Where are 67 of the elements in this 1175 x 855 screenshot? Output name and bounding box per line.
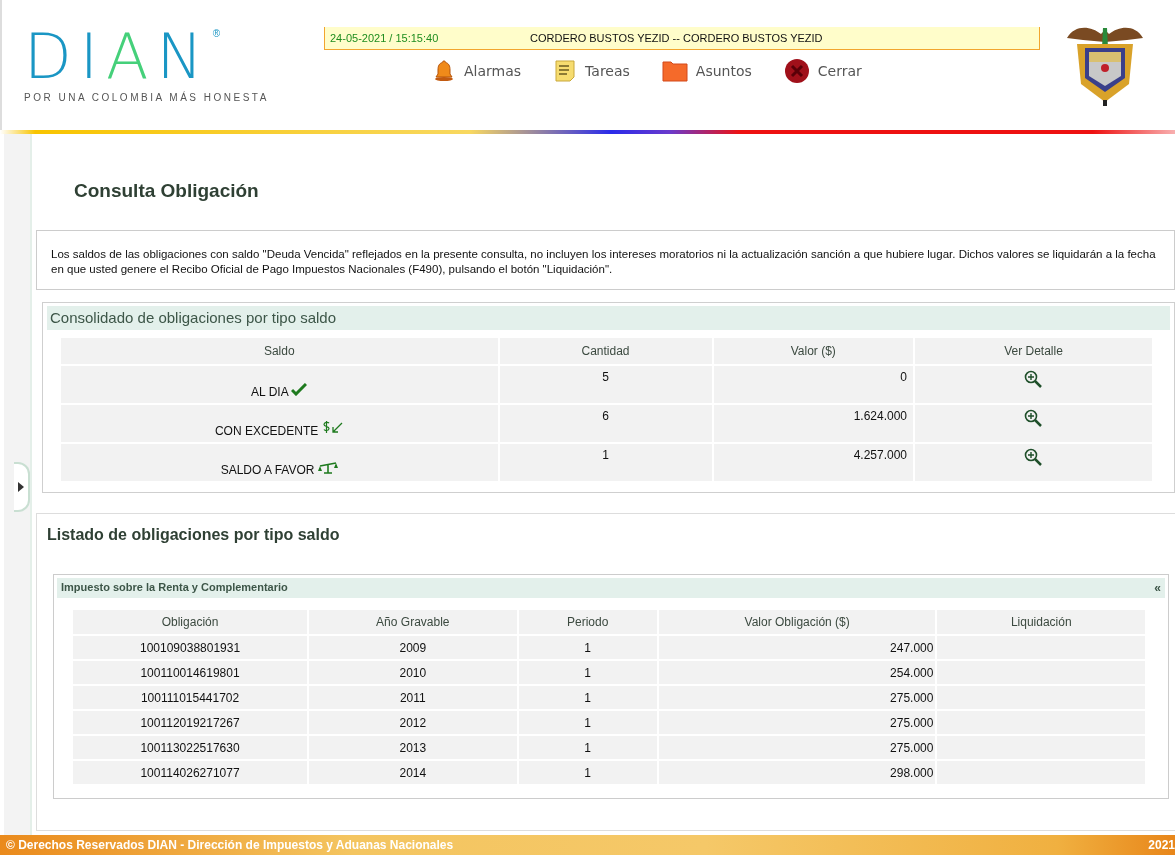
table-cell: 2014 [309,761,517,784]
table-cell: 298.000 [658,761,936,784]
nav-link[interactable]: Tareas [553,58,630,84]
table-cell: 1 [518,661,657,684]
table-cell: 100113022517630 [73,736,308,759]
table-cell: 2013 [309,736,517,759]
table-cell: 1 [518,736,657,759]
scale-icon [317,462,338,474]
table-cell: 1 [499,444,712,481]
balance-type: AL DIA [251,385,289,399]
table-cell: 1 [518,686,657,709]
session-datetime: 24-05-2021 / 15:15:40 [329,32,440,44]
nav-link[interactable]: Alarmas [432,58,522,84]
notice-text: Los saldos de las obligaciones con saldo "Deuda Vencida" reflejados en la presente consulta, no incluyen los intereses moratorios ni la actualización sanción a que hubiere lugar. Dichos valores se liquidarán a la fecha en que usted genere el Recibo Oficial de Pago Impuestos Nacionales (F490), pulsando el botón "Liquidación". [36,230,1175,290]
close-icon [783,58,810,84]
table-cell: 275.000 [658,711,936,734]
dollar-arrow-icon [321,421,344,435]
table-cell: 6 [499,405,712,442]
column-header: Ver Detalle [915,338,1152,364]
table-cell: 2010 [309,661,517,684]
table-cell: 4.257.000 [713,444,914,481]
copyright-text: © Derechos Reservados DIAN - Dirección de Impuestos y Aduanas Nacionales [6,838,454,852]
table-cell: 100110014619801 [73,661,308,684]
table-cell: 2011 [309,686,517,709]
table-cell: 1 [518,761,657,784]
checkmark-icon [291,383,308,396]
table-cell: 2009 [309,636,517,659]
table-cell: 100111015441702 [73,686,308,709]
table-cell: 5 [499,366,712,403]
column-header: Valor ($) [713,338,914,364]
table-cell: 1 [518,636,657,659]
column-header: Obligación [73,610,308,634]
section-title: Listado de obligaciones por tipo saldo [47,526,341,544]
table-cell: 254.000 [658,661,936,684]
sidebar-toggle[interactable] [14,462,30,512]
nav-link[interactable]: Cerrar [783,58,862,84]
collapse-toggle[interactable]: « [1154,581,1161,595]
balance-type: SALDO A FAVOR [220,463,315,477]
folder-icon [661,60,688,82]
logo-tagline: POR UNA COLOMBIA MÁS HONESTA [24,92,270,103]
column-header: Saldo [61,338,498,364]
table-cell: 1.624.000 [713,405,914,442]
table-cell: 275.000 [658,686,936,709]
column-header: Liquidación [937,610,1145,634]
page-title: Consulta Obligación [74,180,260,202]
column-header: Año Gravable [309,610,517,634]
bell-icon [432,59,456,83]
footer-year: 2021 [1148,838,1175,852]
column-header: Valor Obligación ($) [658,610,936,634]
caret-icon [18,482,24,492]
column-header: Cantidad [499,338,712,364]
table-cell: 2012 [309,711,517,734]
table-cell: 100109038801931 [73,636,308,659]
checklist-note-icon [553,59,578,83]
nav-link[interactable]: Asuntos [661,58,752,84]
session-user: CORDERO BUSTOS YEZID -- CORDERO BUSTOS YEZID [530,32,823,44]
column-header: Periodo [518,610,657,634]
table-cell: 100114026271077 [73,761,308,784]
panel-title: Consolidado de obligaciones por tipo saldo [47,306,1170,330]
table-cell: 100112019217267 [73,711,308,734]
balance-type: CON EXCEDENTE [214,424,319,438]
registered-mark: ® [212,28,221,39]
table-cell: 275.000 [658,736,936,759]
table-cell: 1 [518,711,657,734]
group-title: Impuesto sobre la Renta y Complementario [61,581,288,595]
table-cell: 0 [713,366,914,403]
table-cell: 247.000 [658,636,936,659]
